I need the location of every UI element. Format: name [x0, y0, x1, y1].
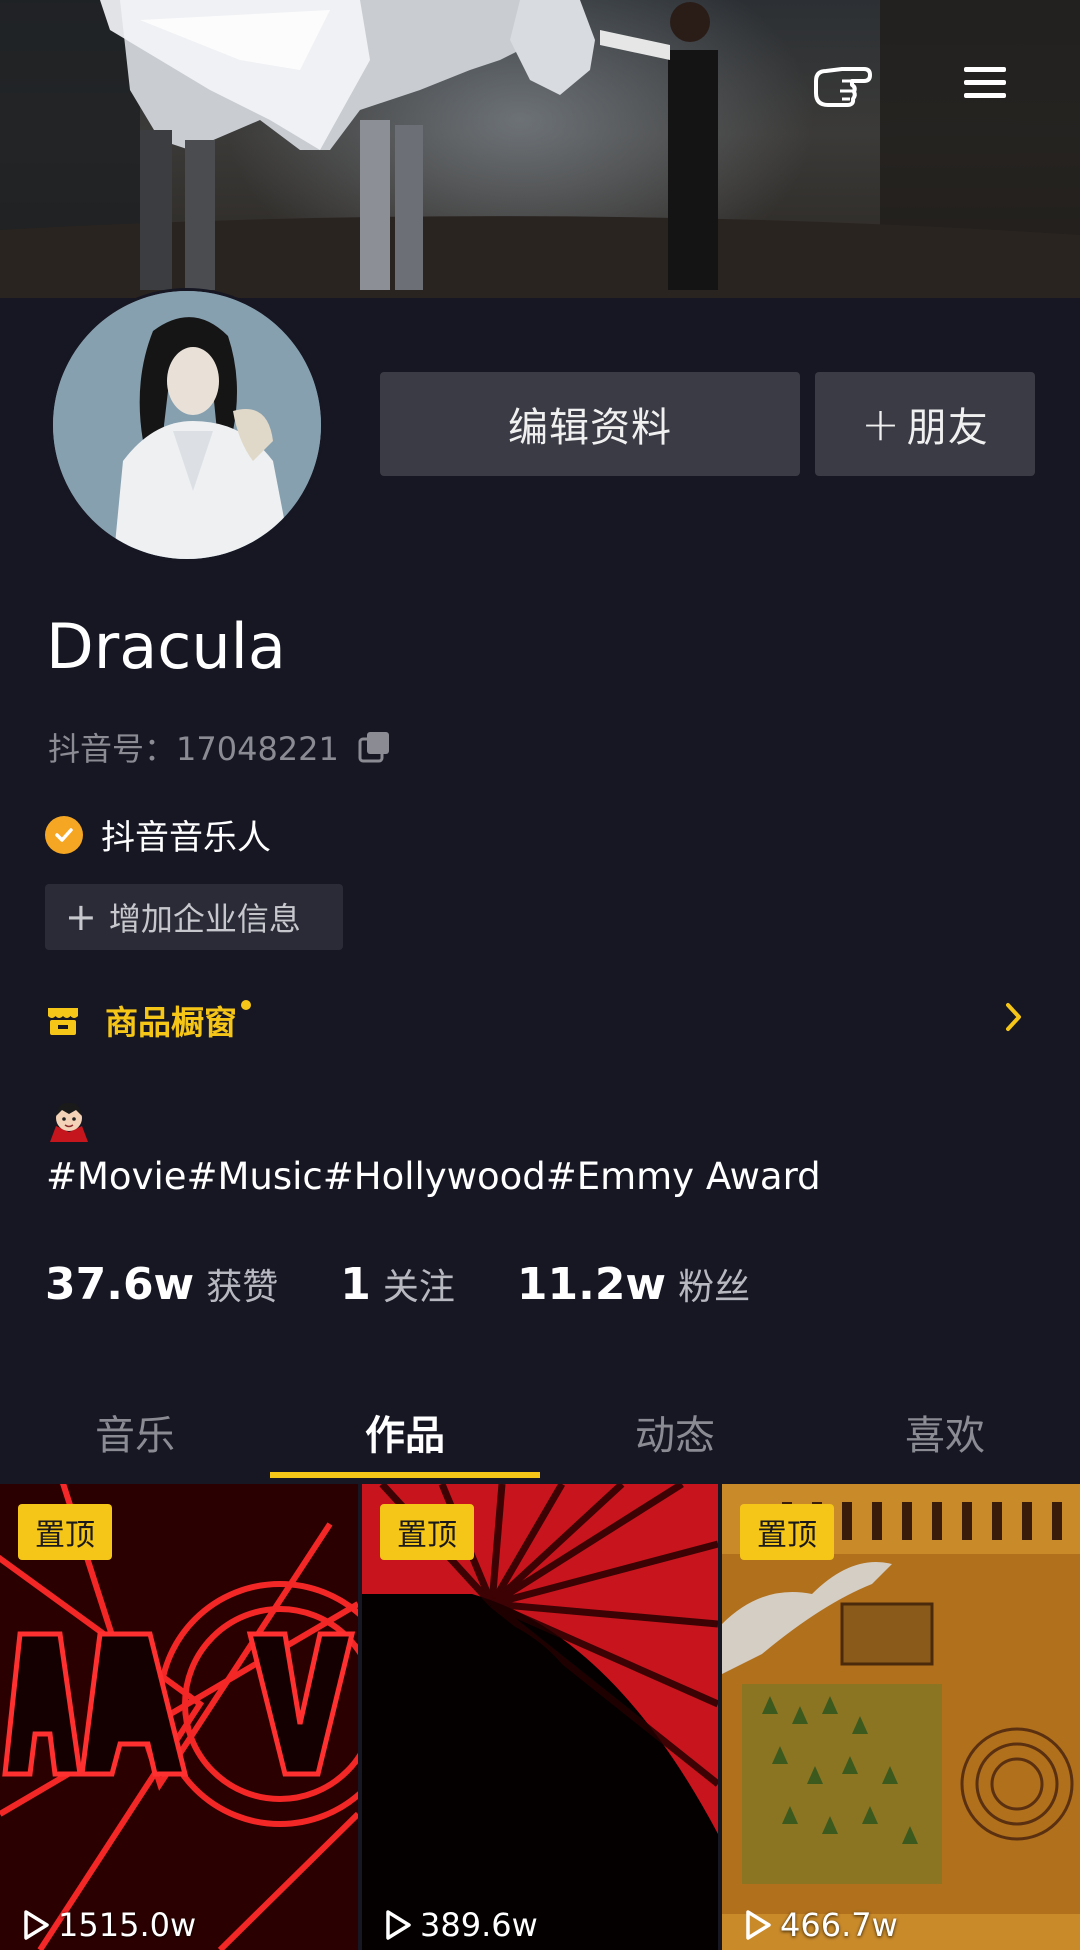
stat-following[interactable]: 1 关注 [340, 1258, 455, 1310]
douyin-id-text: 抖音号：17048221 [48, 730, 339, 768]
tab-works[interactable]: 作品 [270, 1380, 540, 1484]
copy-icon[interactable] [357, 730, 393, 764]
add-business-info-button[interactable]: + 增加企业信息 [45, 884, 343, 950]
verified-check-icon [45, 815, 83, 854]
stat-label: 关注 [382, 1267, 455, 1308]
notification-dot [241, 1000, 251, 1010]
play-icon [740, 1908, 774, 1942]
cover-illustration [0, 0, 1080, 298]
play-count: 389.6w [380, 1906, 538, 1944]
plus-icon: + [65, 895, 97, 939]
stat-value: 37.6w [45, 1259, 195, 1310]
product-showcase-row[interactable]: 商品橱窗 [45, 995, 1035, 1045]
pinned-badge: 置顶 [740, 1504, 834, 1560]
bio-text: #Movie#Music#Hollywood#Emmy Award [46, 1155, 821, 1198]
verified-badge: 抖音音乐人 [45, 810, 271, 859]
verified-label: 抖音音乐人 [101, 818, 271, 858]
add-business-info-label: 增加企业信息 [108, 900, 301, 938]
stat-likes: 37.6w 获赞 [45, 1258, 278, 1310]
plus-icon: + [861, 397, 901, 451]
hand-pointer-icon[interactable] [808, 48, 878, 118]
tab-label: 作品 [365, 1413, 445, 1459]
edit-profile-label: 编辑资料 [508, 405, 672, 451]
tab-label: 喜欢 [905, 1413, 985, 1459]
stat-label: 粉丝 [678, 1267, 751, 1308]
avatar[interactable] [50, 288, 324, 562]
add-friend-button[interactable]: + 朋友 [815, 372, 1035, 476]
stat-value: 1 [340, 1259, 371, 1310]
avatar-portrait [53, 291, 321, 559]
video-grid: 置顶 1515.0w 置顶 389.6w 置顶 466.7w [0, 1484, 1080, 1950]
stat-label: 获赞 [206, 1267, 279, 1308]
chevron-right-icon [1003, 1000, 1025, 1038]
pinned-badge: 置顶 [380, 1504, 474, 1560]
stat-followers[interactable]: 11.2w 粉丝 [517, 1258, 750, 1310]
play-count-text: 1515.0w [58, 1906, 197, 1944]
play-icon [18, 1908, 52, 1942]
tab-label: 音乐 [95, 1413, 175, 1459]
play-icon [380, 1908, 414, 1942]
product-showcase-label: 商品橱窗 [105, 1003, 237, 1042]
add-friend-label: 朋友 [906, 405, 989, 451]
douyin-id: 抖音号：17048221 [48, 724, 393, 770]
video-thumbnail[interactable]: 置顶 466.7w [722, 1484, 1080, 1950]
video-thumbnail[interactable]: 置顶 1515.0w [0, 1484, 358, 1950]
hamburger-menu-icon[interactable] [950, 48, 1020, 118]
play-count: 466.7w [740, 1906, 898, 1944]
profile-tabs: 音乐 作品 动态 喜欢 [0, 1380, 1080, 1484]
tab-activity[interactable]: 动态 [540, 1380, 810, 1484]
username: Dracula [46, 610, 286, 683]
shop-icon [45, 1002, 81, 1038]
vampire-emoji-icon [46, 1098, 92, 1144]
stat-value: 11.2w [516, 1259, 667, 1310]
active-tab-indicator [270, 1472, 540, 1478]
profile-cover-image [0, 0, 1080, 298]
play-count-text: 389.6w [420, 1906, 538, 1944]
edit-profile-button[interactable]: 编辑资料 [380, 372, 800, 476]
tab-music[interactable]: 音乐 [0, 1380, 270, 1484]
play-count-text: 466.7w [780, 1906, 898, 1944]
pinned-badge: 置顶 [18, 1504, 112, 1560]
video-thumbnail[interactable]: 置顶 389.6w [362, 1484, 718, 1950]
tab-likes[interactable]: 喜欢 [810, 1380, 1080, 1484]
profile-stats: 37.6w 获赞 1 关注 11.2w 粉丝 [45, 1258, 812, 1310]
play-count: 1515.0w [18, 1906, 196, 1944]
tab-label: 动态 [635, 1413, 715, 1459]
